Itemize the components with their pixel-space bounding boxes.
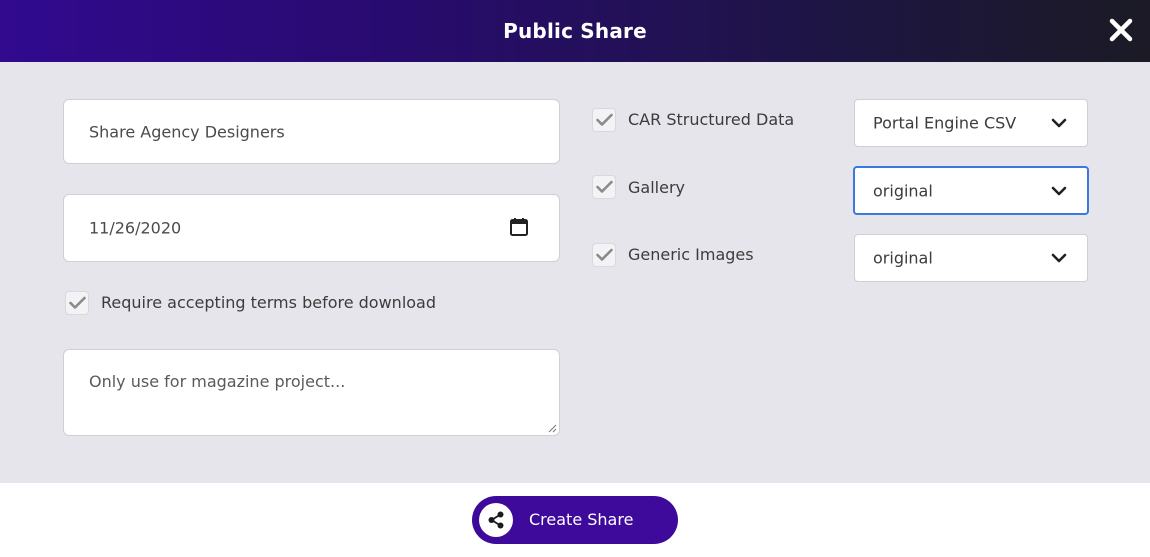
share-name-value: Share Agency Designers (89, 122, 285, 141)
generic-images-label: Generic Images (628, 245, 754, 264)
require-terms-checkbox[interactable] (65, 291, 89, 315)
generic-images-select-value: original (873, 248, 933, 268)
generic-images-select[interactable]: original (854, 234, 1088, 282)
gallery-select[interactable]: original (853, 166, 1089, 215)
chevron-down-icon (1051, 186, 1067, 195)
car-structured-data-select-value: Portal Engine CSV (873, 113, 1017, 133)
gallery-select-value: original (873, 181, 933, 200)
create-share-label: Create Share (529, 510, 634, 529)
checkmark-icon (69, 296, 86, 309)
share-icon-badge (479, 503, 513, 537)
note-value: Only use for magazine project... (89, 372, 346, 391)
create-share-button[interactable]: Create Share (472, 496, 678, 544)
checkmark-icon (596, 180, 613, 193)
expiry-date-value: 11/26/2020 (89, 218, 182, 238)
gallery-label: Gallery (628, 178, 685, 197)
dialog-footer: Create Share (0, 483, 1150, 557)
car-structured-data-select[interactable]: Portal Engine CSV (854, 99, 1088, 147)
close-button[interactable] (1108, 17, 1134, 43)
chevron-down-icon (1051, 253, 1067, 263)
resize-grip-icon[interactable] (547, 423, 557, 433)
note-textarea[interactable]: Only use for magazine project... (63, 349, 560, 436)
car-structured-data-checkbox[interactable] (592, 108, 616, 132)
checkmark-icon (596, 248, 613, 261)
expiry-date-input[interactable]: 11/26/2020 (63, 194, 560, 262)
dialog-title: Public Share (503, 19, 647, 43)
car-structured-data-label: CAR Structured Data (628, 110, 795, 129)
dialog-body: Share Agency Designers 11/26/2020 Requir… (0, 62, 1150, 483)
dialog-header: Public Share (0, 0, 1150, 62)
generic-images-checkbox[interactable] (592, 243, 616, 267)
share-name-input[interactable]: Share Agency Designers (63, 99, 560, 164)
gallery-checkbox[interactable] (592, 175, 616, 199)
chevron-down-icon (1051, 118, 1067, 128)
calendar-icon[interactable] (509, 217, 529, 237)
require-terms-label: Require accepting terms before download (101, 293, 437, 312)
public-share-dialog: Public Share Share Agency Designers 11/2… (0, 0, 1150, 557)
close-icon (1109, 18, 1133, 42)
checkmark-icon (596, 113, 613, 126)
share-icon (488, 511, 504, 529)
